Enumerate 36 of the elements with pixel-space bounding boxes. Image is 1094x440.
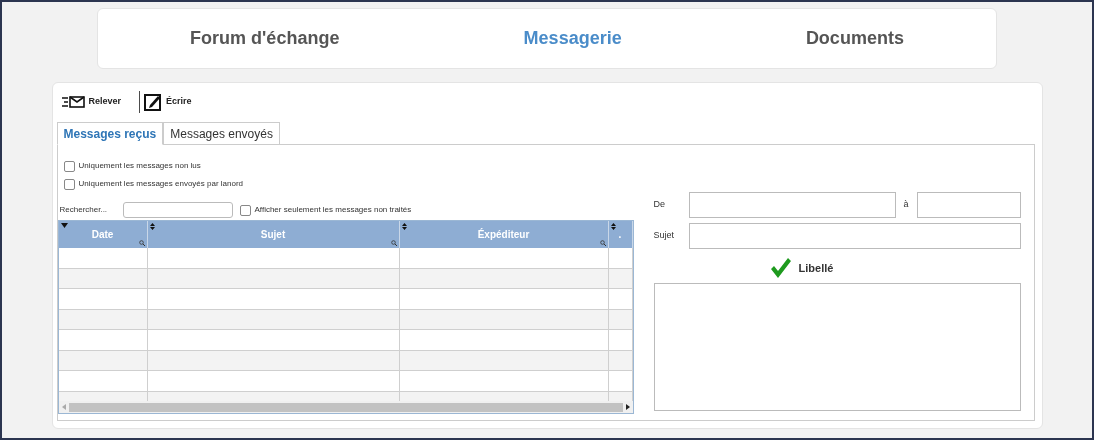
to-field[interactable] <box>916 192 1021 218</box>
subject-label: Sujet <box>653 229 675 243</box>
message-body-field[interactable] <box>653 283 1021 411</box>
caret-icon[interactable] <box>60 223 68 228</box>
to-label: à <box>902 198 910 212</box>
nav-tab[interactable]: Documents <box>789 25 920 52</box>
filter-label: Uniquement les messages non lus <box>78 160 201 172</box>
sort-icon[interactable] <box>149 223 155 230</box>
toolbar-button[interactable]: Écrire <box>139 91 192 113</box>
search-field[interactable] <box>122 202 233 218</box>
search-label: Rechercher... <box>59 204 109 216</box>
nav-tab[interactable]: Forum d'échange <box>174 25 356 52</box>
scroll-right-icon[interactable] <box>625 404 630 410</box>
checkbox[interactable] <box>63 178 75 190</box>
checkbox[interactable] <box>63 160 75 172</box>
checkmark-icon <box>770 258 791 278</box>
from-field[interactable] <box>688 192 896 218</box>
search-icon[interactable] <box>390 240 397 246</box>
search-icon[interactable] <box>138 240 145 246</box>
from-label: De <box>653 198 666 212</box>
nav-tab[interactable]: Messagerie <box>507 25 638 52</box>
option-label: Afficher seulement les messages non traités <box>254 204 412 216</box>
search-icon[interactable] <box>599 240 606 246</box>
sort-icon[interactable] <box>401 223 407 230</box>
tab[interactable]: Messages envoyés <box>163 122 280 145</box>
edit-icon <box>139 91 164 113</box>
filter-label: Uniquement les messages envoyés par lanord <box>78 178 244 190</box>
sort-icon[interactable] <box>610 223 616 230</box>
subject-field[interactable] <box>688 223 1021 249</box>
tab[interactable]: Messages reçus <box>56 122 164 145</box>
horizontal-scrollbar[interactable] <box>58 401 633 413</box>
checkbox[interactable] <box>239 204 251 216</box>
mail-icon <box>61 96 86 108</box>
label-heading: Libellé <box>798 260 834 276</box>
toolbar-button[interactable]: Relever <box>61 95 122 109</box>
scroll-left-icon[interactable] <box>61 404 66 410</box>
